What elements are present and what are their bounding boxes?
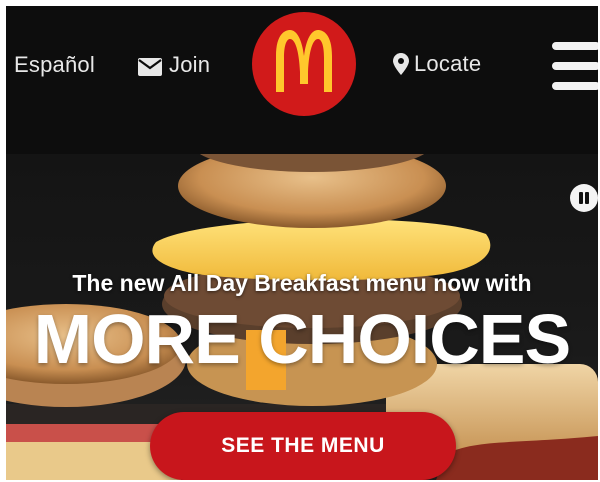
language-label: Español <box>14 52 95 77</box>
site-header: Español Join Locate <box>6 6 598 154</box>
hero-banner: The new All Day Breakfast menu now with … <box>6 154 598 480</box>
pause-icon[interactable] <box>570 184 598 212</box>
cta-label: SEE THE MENU <box>221 434 385 457</box>
hero-tagline: The new All Day Breakfast menu now with <box>72 270 532 296</box>
join-label: Join <box>169 52 211 77</box>
envelope-icon <box>138 56 162 76</box>
locate-label: Locate <box>414 51 482 76</box>
page-frame: Español Join Locate The new All Day Brea… <box>6 6 598 480</box>
language-link[interactable]: Español <box>14 52 95 78</box>
golden-arches-logo[interactable] <box>252 12 356 116</box>
hero-headline: MORE CHOICES <box>33 300 571 378</box>
hamburger-menu-icon[interactable] <box>552 42 598 92</box>
locate-link[interactable]: Locate <box>393 51 481 77</box>
map-pin-icon <box>393 53 409 75</box>
join-link[interactable]: Join <box>138 52 210 78</box>
see-the-menu-button[interactable]: SEE THE MENU <box>150 412 456 480</box>
